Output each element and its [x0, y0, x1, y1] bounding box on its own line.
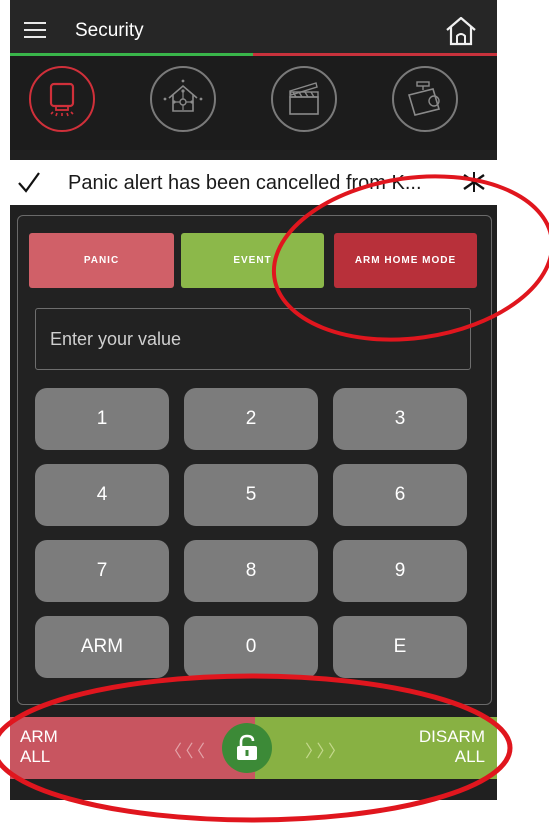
key-0[interactable]: 0 [184, 616, 318, 678]
left-chevrons-icon: 〈〈〈 [165, 742, 208, 761]
tab-panic-sensor[interactable] [29, 66, 95, 132]
arm-disarm-slider[interactable]: ARM ALL 〈〈〈 〉〉〉 DISARM ALL [10, 717, 497, 779]
smart-home-icon [163, 79, 203, 112]
disarm-all-zone[interactable]: 〉〉〉 DISARM ALL [255, 717, 497, 779]
top-bar: Security [10, 0, 497, 56]
disarm-all-label: DISARM ALL [419, 727, 485, 767]
value-input[interactable] [35, 308, 471, 370]
home-icon[interactable] [444, 15, 478, 47]
key-arm[interactable]: ARM [35, 616, 169, 678]
key-3[interactable]: 3 [333, 388, 467, 450]
key-1[interactable]: 1 [35, 388, 169, 450]
check-icon [18, 172, 40, 193]
key-5[interactable]: 5 [184, 464, 318, 526]
key-6[interactable]: 6 [333, 464, 467, 526]
key-9[interactable]: 9 [333, 540, 467, 602]
panic-sensor-icon [49, 82, 75, 117]
tab-scenes[interactable] [271, 66, 337, 132]
disarm-all-line1: DISARM [418, 727, 485, 746]
right-chevrons-icon: 〉〉〉 [305, 742, 348, 761]
unlocked-padlock-icon [237, 734, 257, 760]
key-7[interactable]: 7 [35, 540, 169, 602]
key-e[interactable]: E [333, 616, 467, 678]
panic-button[interactable]: PANIC [29, 233, 174, 288]
category-tabs [10, 56, 497, 150]
disarm-all-line2: ALL [454, 747, 485, 766]
tab-cameras[interactable] [392, 66, 458, 132]
clapperboard-icon [289, 82, 319, 115]
arm-all-zone[interactable]: ARM ALL 〈〈〈 [10, 717, 255, 779]
notification-bar: Panic alert has been cancelled from K... [0, 160, 549, 205]
key-4[interactable]: 4 [35, 464, 169, 526]
arm-all-line1: ARM [20, 727, 58, 746]
arm-all-line2: ALL [20, 747, 51, 766]
notification-text: Panic alert has been cancelled from K... [68, 172, 422, 194]
security-camera-icon [407, 81, 441, 116]
hamburger-menu-icon[interactable] [24, 22, 46, 38]
slider-knob[interactable] [222, 723, 272, 773]
arm-all-label: ARM ALL [20, 727, 58, 767]
arm-home-mode-button[interactable]: ARM HOME MODE [334, 233, 477, 288]
events-button[interactable]: EVENT [181, 233, 324, 288]
page-title: Security [75, 20, 144, 41]
key-2[interactable]: 2 [184, 388, 318, 450]
keypad-panel: PANIC EVENT ARM HOME MODE 1 2 3 4 5 6 7 … [17, 215, 492, 705]
dismiss-icon[interactable] [460, 168, 488, 196]
key-8[interactable]: 8 [184, 540, 318, 602]
tab-smart-home[interactable] [150, 66, 216, 132]
